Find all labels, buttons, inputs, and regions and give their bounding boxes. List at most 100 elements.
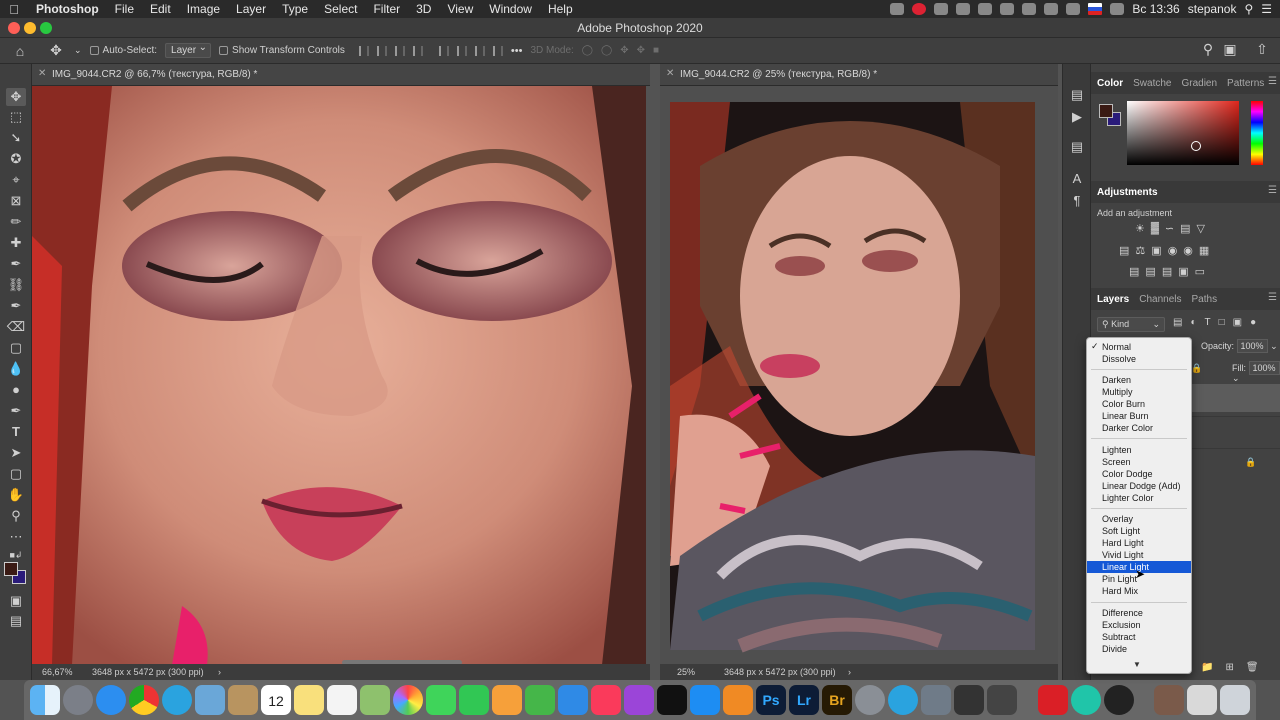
hue-saturation-icon[interactable]: ▤ xyxy=(1119,244,1129,257)
bluetooth-icon[interactable] xyxy=(1044,3,1059,15)
color-picker-cursor[interactable] xyxy=(1191,141,1201,151)
posterize-icon[interactable]: ▤ xyxy=(1145,265,1155,278)
zoom-level-2[interactable]: 25% xyxy=(677,667,695,677)
volume-icon[interactable] xyxy=(1066,3,1081,15)
black-white-icon[interactable]: ▣ xyxy=(1151,244,1161,257)
new-group-icon[interactable]: 📁 xyxy=(1201,662,1213,673)
tray-cloud-icon[interactable] xyxy=(956,3,971,15)
trash-icon[interactable] xyxy=(1220,685,1250,715)
move-tool-icon[interactable]: ✥ xyxy=(6,88,26,106)
gradient-map-icon[interactable]: ▭ xyxy=(1195,265,1205,278)
pen-tool-icon[interactable]: ✒ xyxy=(6,402,26,420)
blend-linear-dodge[interactable]: Linear Dodge (Add) xyxy=(1087,480,1191,492)
maps-icon[interactable] xyxy=(360,685,390,715)
channel-mixer-icon[interactable]: ◉ xyxy=(1183,244,1193,257)
chrome-icon[interactable] xyxy=(129,685,159,715)
lightroom-icon[interactable]: Lr xyxy=(789,685,819,715)
search-icon[interactable]: ⚲ xyxy=(1198,41,1218,58)
messages-icon[interactable] xyxy=(426,685,456,715)
actions-panel-icon[interactable]: ▶ xyxy=(1067,108,1087,126)
menubar-clock[interactable]: Вс 13:36 xyxy=(1132,2,1179,16)
filter-pixel-icon[interactable]: ▤ xyxy=(1173,317,1182,328)
tab-color[interactable]: Color xyxy=(1097,78,1123,89)
align-justify-icon[interactable] xyxy=(412,45,423,56)
photo-filter-icon[interactable]: ◉ xyxy=(1168,244,1178,257)
align-top-icon[interactable] xyxy=(438,45,449,56)
blend-screen[interactable]: Screen xyxy=(1087,456,1191,468)
telegram-desktop-icon[interactable] xyxy=(888,685,918,715)
document-info-2[interactable]: 3648 px x 5472 px (300 ppi) xyxy=(724,667,836,677)
auto-select-checkbox[interactable]: Auto-Select: xyxy=(89,45,157,56)
gradient-tool-icon[interactable]: ▢ xyxy=(6,339,26,357)
align-left-icon[interactable] xyxy=(358,45,369,56)
document-info-1[interactable]: 3648 px x 5472 px (300 ppi) xyxy=(92,667,204,677)
color-panel-foreground-swatch[interactable] xyxy=(1099,104,1113,118)
launchpad-icon[interactable] xyxy=(63,685,93,715)
align-bottom-icon[interactable] xyxy=(474,45,485,56)
home-icon[interactable]: ⌂ xyxy=(10,43,30,59)
blend-linear-burn[interactable]: Linear Burn xyxy=(1087,410,1191,422)
notes-icon[interactable] xyxy=(294,685,324,715)
close-tab-icon[interactable]: ✕ xyxy=(38,68,46,79)
clone-stamp-tool-icon[interactable]: ⛓ xyxy=(6,276,26,294)
wifi-icon[interactable] xyxy=(1022,3,1037,15)
invert-icon[interactable]: ▤ xyxy=(1129,265,1139,278)
filter-adjustment-icon[interactable]: ◐ xyxy=(1190,317,1196,328)
move-tool-preset-icon[interactable]: ✥ xyxy=(46,42,66,59)
frame-tool-icon[interactable]: ⊠ xyxy=(6,192,26,210)
app-store-icon[interactable] xyxy=(690,685,720,715)
threshold-icon[interactable]: ▤ xyxy=(1162,265,1172,278)
blend-divide[interactable]: Divide xyxy=(1087,643,1191,655)
screen-mode-icon[interactable]: ▤ xyxy=(6,612,26,630)
selective-color-icon[interactable]: ▣ xyxy=(1178,265,1188,278)
levels-icon[interactable]: ▓ xyxy=(1151,222,1159,235)
migration-icon[interactable] xyxy=(921,685,951,715)
blend-normal[interactable]: Normal xyxy=(1087,341,1191,353)
tab-layers[interactable]: Layers xyxy=(1097,294,1129,305)
tv-icon[interactable] xyxy=(657,685,687,715)
chevron-down-icon[interactable]: ⌄ xyxy=(1232,373,1240,383)
foreground-color-swatch[interactable] xyxy=(4,562,18,576)
workspace-icon[interactable]: ▣ xyxy=(1220,41,1240,58)
blend-color-burn[interactable]: Color Burn xyxy=(1087,398,1191,410)
apple-menu-icon[interactable]:  xyxy=(0,2,28,17)
tray-shield-icon[interactable] xyxy=(978,3,993,15)
document-canvas-2[interactable] xyxy=(660,86,1058,665)
filter-toggle-icon[interactable]: ● xyxy=(1250,317,1256,328)
safari-icon[interactable] xyxy=(96,685,126,715)
new-layer-icon[interactable]: ⊞ xyxy=(1225,662,1233,673)
auto-select-target-dropdown[interactable]: Layer xyxy=(165,42,212,58)
brightness-contrast-icon[interactable]: ☀ xyxy=(1135,222,1145,235)
notification-center-icon[interactable]: ☰ xyxy=(1261,2,1272,16)
document-tab-2[interactable]: ✕ IMG_9044.CR2 @ 25% (текстура, RGB/8) * xyxy=(660,64,1058,86)
lock-icon[interactable]: 🔒 xyxy=(1191,363,1202,374)
brush-tool-icon[interactable]: ✒ xyxy=(6,255,26,273)
history-panel-icon[interactable]: ▤ xyxy=(1067,86,1087,104)
creative-cloud-icon[interactable] xyxy=(1038,685,1068,715)
tray-creative-cloud-icon[interactable] xyxy=(912,3,927,15)
filter-type-icon[interactable]: T xyxy=(1205,317,1211,328)
align-right-icon[interactable] xyxy=(394,45,405,56)
document-tab-1[interactable]: ✕ IMG_9044.CR2 @ 66,7% (текстура, RGB/8)… xyxy=(32,64,650,86)
photo-booth-icon[interactable] xyxy=(1154,685,1184,715)
zoom-tool-icon[interactable]: ⚲ xyxy=(6,507,26,525)
contacts-icon[interactable] xyxy=(228,685,258,715)
panel-menu-icon[interactable]: ☰ xyxy=(1268,292,1277,303)
eyedropper-tool-icon[interactable]: ✏ xyxy=(6,213,26,231)
tray-puzzle-icon[interactable] xyxy=(934,3,949,15)
delete-layer-icon[interactable]: 🗑 xyxy=(1246,662,1259,673)
menu-file[interactable]: File xyxy=(107,2,142,16)
calendar-icon[interactable]: 12 xyxy=(261,685,291,715)
curves-icon[interactable]: ∽ xyxy=(1165,222,1174,235)
align-center-icon[interactable] xyxy=(376,45,387,56)
color-balance-icon[interactable]: ⚖ xyxy=(1135,244,1145,257)
blend-lighter-color[interactable]: Lighter Color xyxy=(1087,492,1191,504)
blend-overlay[interactable]: Overlay xyxy=(1087,513,1191,525)
menu-layer[interactable]: Layer xyxy=(228,2,274,16)
system-preferences-icon[interactable] xyxy=(855,685,885,715)
quick-mask-icon[interactable]: ▣ xyxy=(6,592,26,610)
zoom-level-1[interactable]: 66,67% xyxy=(42,667,73,677)
blend-soft-light[interactable]: Soft Light xyxy=(1087,525,1191,537)
facetime-icon[interactable] xyxy=(459,685,489,715)
paragraph-panel-icon[interactable]: ¶ xyxy=(1067,192,1087,210)
